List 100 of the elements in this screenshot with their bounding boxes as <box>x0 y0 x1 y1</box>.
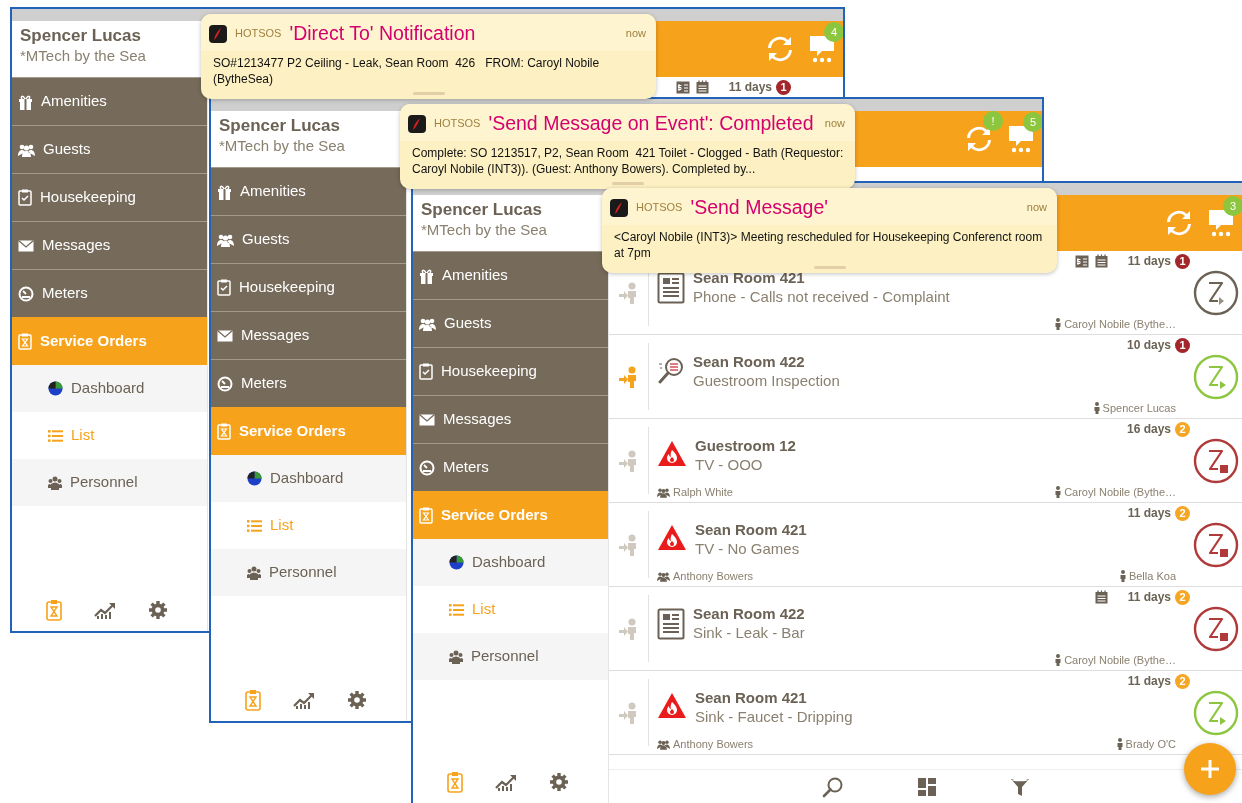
person-icon <box>1055 318 1062 330</box>
list-icon <box>247 519 262 532</box>
clipboard-icon[interactable] <box>447 771 463 793</box>
app-icon <box>209 24 227 43</box>
alert-badge: ! <box>983 111 1003 131</box>
trend-chart-icon[interactable] <box>293 691 315 709</box>
group-icon <box>217 232 234 247</box>
order-title: Sean Room 421 <box>695 689 808 707</box>
menu-item[interactable]: Meters <box>12 269 207 317</box>
menu-item[interactable]: Amenities <box>12 77 207 125</box>
order-title: Sean Room 421 <box>693 269 806 287</box>
submenu-item[interactable]: Dashboard <box>211 455 406 502</box>
grid-icon[interactable] <box>917 777 936 796</box>
hourglass-stop-icon[interactable] <box>1193 521 1239 568</box>
user-name: Spencer Lucas <box>219 116 341 136</box>
assignee-name: Caroyl Nobile (Bythe… <box>1064 652 1176 668</box>
notification-time: now <box>1026 200 1047 216</box>
clipboard-icon[interactable] <box>46 599 62 621</box>
drag-handle <box>412 92 445 96</box>
menu-item[interactable]: Guests <box>413 299 608 347</box>
hourglass-play-icon[interactable] <box>1193 269 1239 316</box>
priority-badge: 1 <box>1175 337 1190 353</box>
people-icon <box>247 565 261 580</box>
order-description: Sink - Leak - Bar <box>693 623 805 642</box>
priority-badge: 1 <box>776 79 791 95</box>
notification-message: SO#1213477 P2 Ceiling - Leak, Sean Room 426 FROM: Caroyl Nobile (BytheSea) <box>212 55 601 88</box>
menu-item[interactable]: Amenities <box>211 167 406 215</box>
hourglass-stop-icon[interactable] <box>1193 437 1239 484</box>
order-title: Sean Room 421 <box>695 521 807 539</box>
notification-time: now <box>824 116 845 132</box>
submenu-item[interactable]: Personnel <box>211 549 406 596</box>
priority-badge: 2 <box>1175 421 1190 437</box>
clipboard-icon <box>419 363 433 380</box>
guest-name: Ralph White <box>673 484 733 500</box>
age-text: 11 days <box>1127 253 1171 270</box>
age-text: 11 days <box>1127 505 1171 522</box>
order-description: Phone - Calls not received - Complaint <box>693 287 950 306</box>
submenu-item[interactable]: Personnel <box>413 633 608 680</box>
filter-icon[interactable] <box>1009 776 1030 797</box>
envelope-icon <box>217 329 233 342</box>
order-title: Guestroom 12 <box>695 437 796 455</box>
menu-item[interactable]: Housekeeping <box>211 263 406 311</box>
notification-message: Complete: SO 1213517, P2, Sean Room 421 Toilet - Clogged - Bath (Requestor: Caroyl Nobile (INT3)). (Guest: Anthony Bowers). Completed by... <box>411 145 845 178</box>
menu-item[interactable]: Meters <box>211 359 406 407</box>
trend-chart-icon[interactable] <box>94 601 116 619</box>
order-title: Sean Room 422 <box>693 605 805 623</box>
app-icon <box>408 114 426 133</box>
menu-item[interactable]: Messages <box>211 311 406 359</box>
gauge-icon <box>419 459 435 476</box>
menu-item[interactable]: Meters <box>413 443 608 491</box>
menu-item[interactable]: Messages <box>413 395 608 443</box>
order-title: Sean Room 422 <box>693 353 806 371</box>
clipboard-icon <box>217 423 231 440</box>
app-name: HOTSOS <box>636 200 683 216</box>
settings-icon[interactable] <box>549 772 569 792</box>
hourglass-stop-icon[interactable] <box>1193 605 1239 652</box>
order-description: TV - No Games <box>695 539 801 558</box>
pie-chart-icon <box>247 471 262 486</box>
clipboard-icon[interactable] <box>245 689 261 711</box>
assignee-name: Caroyl Nobile (Bythe… <box>1064 316 1176 332</box>
notification-title: 'Send Message' <box>690 195 829 220</box>
notification-title: 'Direct To' Notification <box>289 21 477 46</box>
property-name: *MTech by the Sea <box>219 136 346 155</box>
menu-item[interactable]: Guests <box>211 215 406 263</box>
list-icon <box>449 603 464 616</box>
settings-icon[interactable] <box>148 600 168 620</box>
clipboard-icon <box>217 279 231 296</box>
group-icon <box>657 486 670 498</box>
menu-item[interactable]: Guests <box>12 125 207 173</box>
clipboard-icon <box>18 189 32 206</box>
priority-badge: 2 <box>1175 673 1190 689</box>
person-icon <box>1055 654 1062 666</box>
clipboard-icon <box>18 333 32 350</box>
group-icon <box>18 142 35 157</box>
trend-chart-icon[interactable] <box>495 773 517 791</box>
gift-icon <box>217 183 232 200</box>
search-icon[interactable] <box>821 775 844 798</box>
person-icon <box>1055 486 1062 498</box>
submenu-item[interactable]: Personnel <box>12 459 207 506</box>
person-icon <box>1116 738 1123 750</box>
menu-item[interactable]: Housekeeping <box>413 347 608 395</box>
menu-item[interactable]: Amenities <box>413 251 608 299</box>
submenu-item[interactable]: Dashboard <box>413 539 608 586</box>
settings-icon[interactable] <box>347 690 367 710</box>
user-name: Spencer Lucas <box>20 26 142 46</box>
age-text: 11 days <box>1127 589 1171 606</box>
property-name: *MTech by the Sea <box>421 220 548 239</box>
priority-badge: 2 <box>1175 589 1190 605</box>
gift-icon <box>18 93 33 110</box>
count-badge: 4 <box>824 22 843 42</box>
app-name: HOTSOS <box>235 26 282 42</box>
menu-item[interactable]: Messages <box>12 221 207 269</box>
count-badge: 5 <box>1023 112 1042 132</box>
submenu-item[interactable]: Dashboard <box>12 365 207 412</box>
pie-chart-icon <box>48 381 63 396</box>
assignee-name: Spencer Lucas <box>1102 400 1176 416</box>
priority-badge: 2 <box>1175 505 1190 521</box>
app-icon <box>610 198 628 217</box>
menu-item[interactable]: Housekeeping <box>12 173 207 221</box>
person-icon <box>1093 402 1100 414</box>
